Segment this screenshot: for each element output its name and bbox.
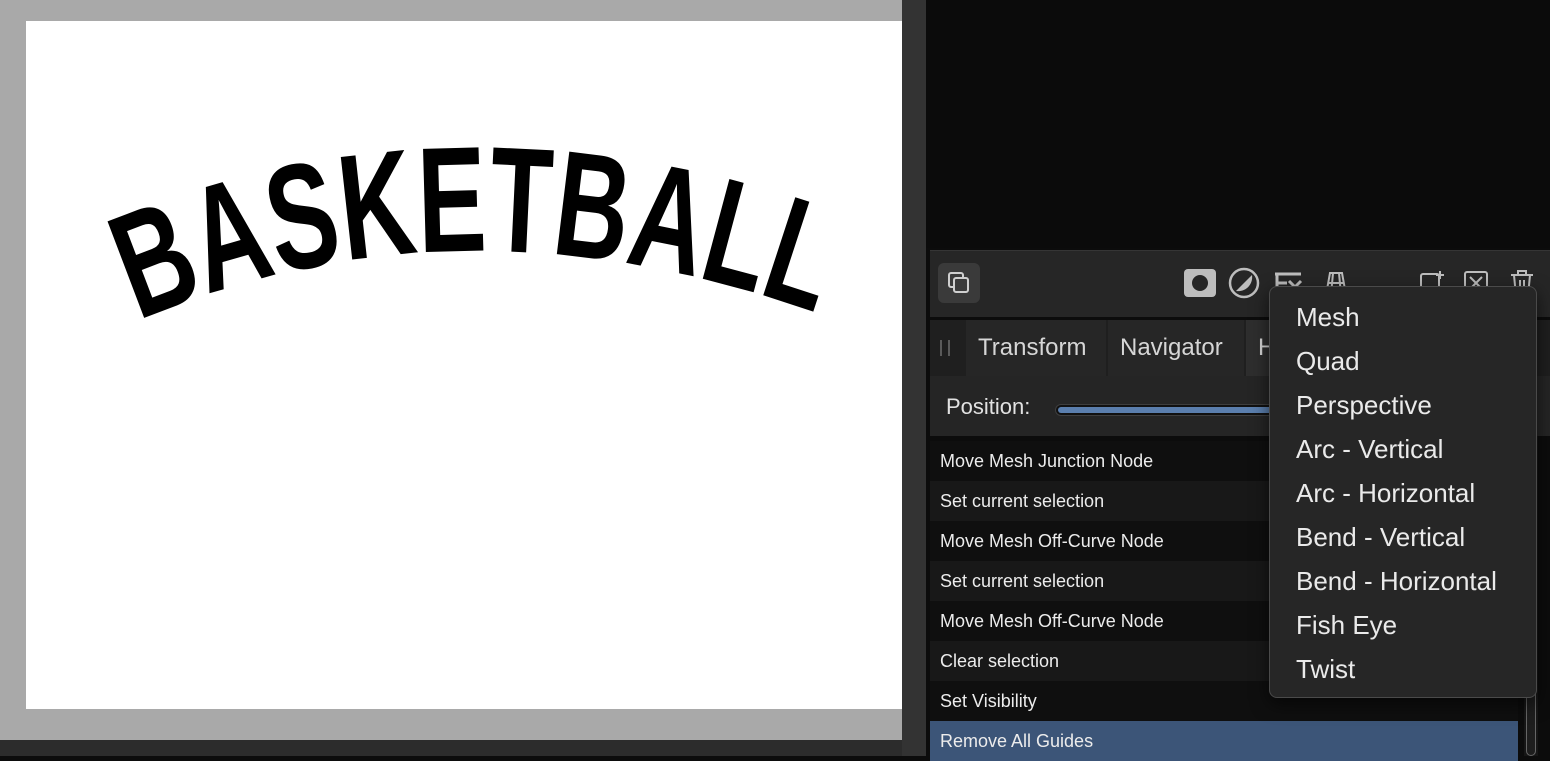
menu-item-mesh[interactable]: Mesh bbox=[1270, 295, 1536, 339]
menu-item-arc-horizontal[interactable]: Arc - Horizontal bbox=[1270, 471, 1536, 515]
menu-item-bend-horizontal[interactable]: Bend - Horizontal bbox=[1270, 559, 1536, 603]
menu-item-perspective[interactable]: Perspective bbox=[1270, 383, 1536, 427]
tab-navigator[interactable]: Navigator bbox=[1108, 320, 1244, 376]
tab-transform[interactable]: Transform bbox=[966, 320, 1106, 376]
panel-divider[interactable] bbox=[902, 0, 926, 756]
position-label: Position: bbox=[946, 394, 1031, 419]
fill-mask-icon[interactable] bbox=[1182, 265, 1218, 301]
document-canvas[interactable]: BASKETBALL bbox=[26, 21, 902, 709]
warped-text-artwork[interactable]: BASKETBALL bbox=[26, 21, 902, 709]
svg-text:BASKETBALL: BASKETBALL bbox=[89, 114, 858, 350]
menu-item-arc-vertical[interactable]: Arc - Vertical bbox=[1270, 427, 1536, 471]
layers-icon[interactable] bbox=[938, 263, 980, 303]
menu-item-fish-eye[interactable]: Fish Eye bbox=[1270, 603, 1536, 647]
menu-item-bend-vertical[interactable]: Bend - Vertical bbox=[1270, 515, 1536, 559]
artwork-text: BASKETBALL bbox=[89, 114, 858, 350]
menu-item-quad[interactable]: Quad bbox=[1270, 339, 1536, 383]
menu-item-twist[interactable]: Twist bbox=[1270, 647, 1536, 691]
warp-type-menu: Mesh Quad Perspective Arc - Vertical Arc… bbox=[1269, 286, 1537, 698]
canvas-area[interactable]: BASKETBALL bbox=[0, 0, 902, 740]
adjustment-icon[interactable] bbox=[1226, 265, 1262, 301]
history-item[interactable]: Remove All Guides bbox=[930, 721, 1518, 761]
panel-empty-area bbox=[926, 0, 1550, 248]
status-strip bbox=[0, 740, 902, 756]
tab-grip-icon[interactable] bbox=[940, 340, 950, 356]
